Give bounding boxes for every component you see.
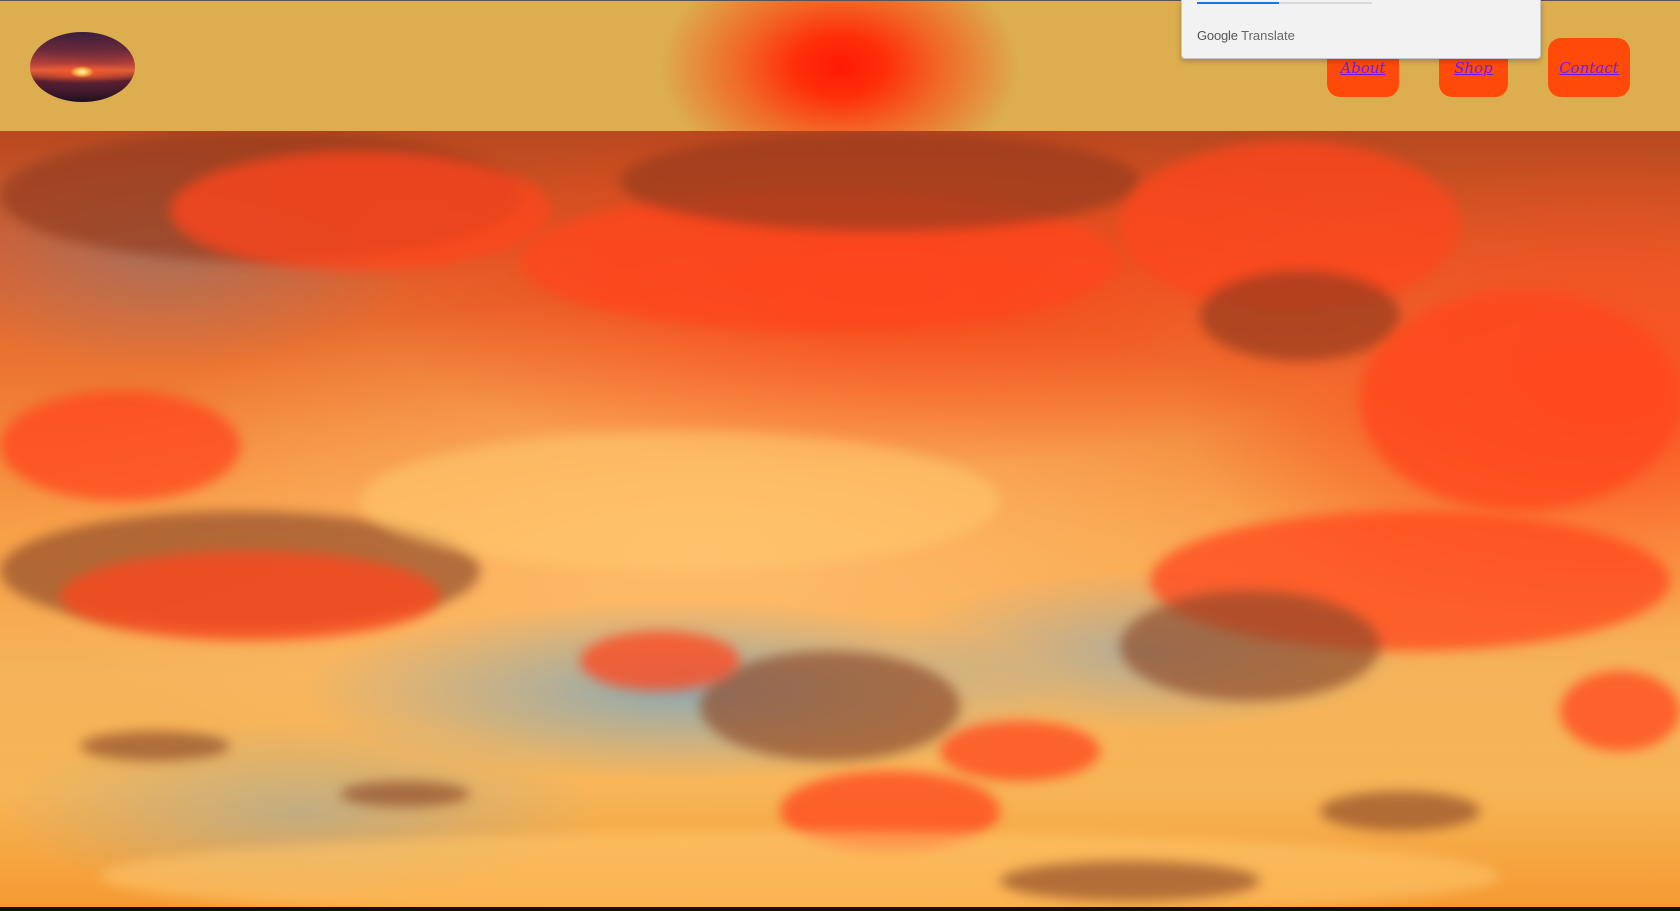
sky-cloud	[1120, 591, 1380, 701]
page: About Shop Contact Google Translate	[0, 0, 1680, 911]
sky-cloud	[100, 831, 1500, 907]
sky-cloud	[620, 131, 1140, 231]
hero-sunset-image	[0, 131, 1680, 907]
nav-contact-label: Contact	[1559, 58, 1619, 77]
google-translate-popup[interactable]: Google Translate	[1181, 0, 1541, 59]
logo-cloud	[40, 82, 125, 91]
sky-cloud	[360, 431, 1000, 571]
sky-cloud	[170, 151, 550, 271]
nav-contact-button[interactable]: Contact	[1548, 38, 1630, 97]
translate-progress-bar	[1197, 2, 1280, 4]
sky-cloud	[80, 731, 230, 761]
sky-cloud	[60, 551, 440, 641]
logo-cloud	[75, 52, 130, 59]
sky-cloud	[1360, 291, 1680, 511]
nav-about-label: About	[1340, 58, 1386, 77]
sky-cloud	[580, 631, 740, 691]
sky-cloud	[0, 391, 240, 501]
translate-progress-track	[1197, 2, 1372, 4]
sky-cloud	[1560, 671, 1680, 751]
sky-cloud	[1000, 861, 1260, 901]
sky-cloud	[340, 781, 470, 807]
brand-translate: Translate	[1241, 28, 1295, 43]
google-translate-brand: Google Translate	[1197, 28, 1295, 43]
sky-cloud	[1320, 791, 1480, 831]
brand-google: Google	[1197, 28, 1238, 43]
bottom-edge	[0, 907, 1680, 911]
sky-cloud	[700, 651, 960, 761]
logo-image[interactable]	[30, 32, 135, 102]
nav-shop-label: Shop	[1454, 58, 1493, 77]
sky-cloud	[940, 721, 1100, 781]
sky-cloud	[1200, 271, 1400, 361]
